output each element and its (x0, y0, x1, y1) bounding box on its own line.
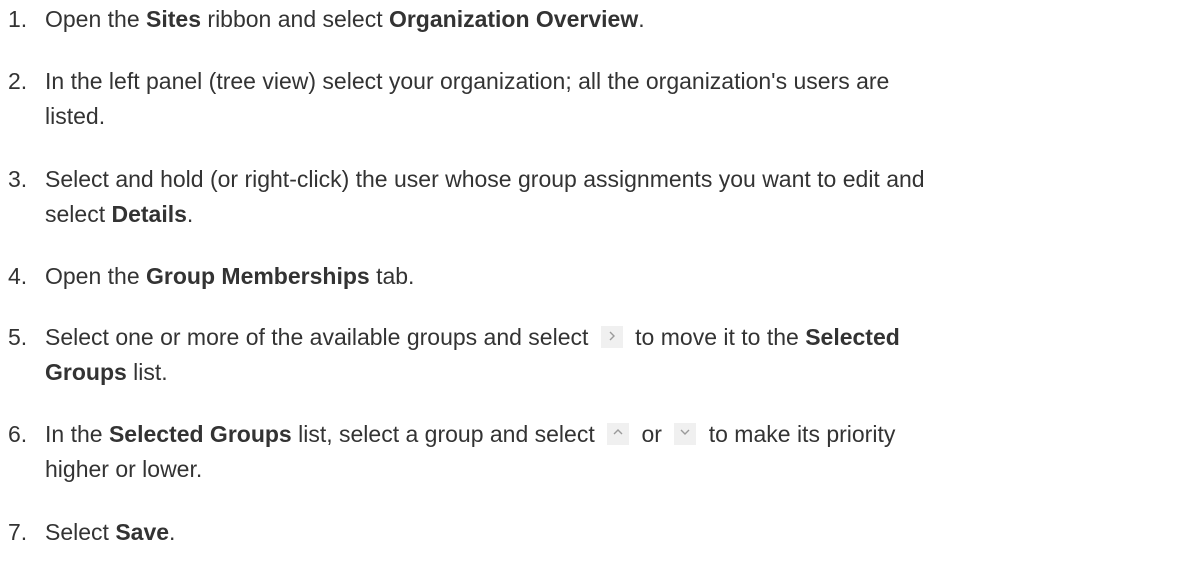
text-run: to make its priority (702, 421, 896, 447)
text-run: to move it to the (628, 324, 806, 350)
step-text: In the left panel (tree view) select you… (45, 64, 1170, 134)
ui-term-organization-overview: Organization Overview (388, 6, 639, 32)
text-run: Select (45, 519, 116, 545)
text-run: In the (45, 421, 109, 447)
step-number: 4. (8, 263, 28, 289)
text-run: Open the (45, 6, 147, 32)
text-line: higher or lower. (45, 456, 203, 482)
ui-term-group-memberships: Group Memberships (146, 263, 370, 289)
step-number: 6. (8, 421, 28, 447)
text-run: . (186, 201, 194, 227)
step-number: 5. (8, 324, 28, 350)
step-text: Select Save. (45, 515, 1170, 550)
text-run: . (169, 519, 176, 545)
text-run: list. (126, 359, 168, 385)
text-line: Groups list. (45, 355, 1170, 390)
text-run: list, select a group and select (291, 421, 602, 447)
text-run: or (635, 421, 669, 447)
text-run: ribbon and select (201, 6, 389, 32)
chevron-right-icon (600, 325, 623, 348)
text-line: Select one or more of the available grou… (45, 320, 1170, 355)
ui-term-selected-groups: Selected Groups (108, 421, 292, 447)
ui-term-save: Save (115, 519, 170, 545)
step-text: Open the Group Memberships tab. (45, 259, 1170, 294)
chevron-up-icon (607, 422, 630, 445)
text-run: tab. (369, 263, 415, 289)
text-run: Open the (45, 263, 147, 289)
text-line: In the left panel (tree view) select you… (45, 68, 890, 94)
step-text: In the Selected Groups list, select a gr… (45, 417, 1170, 487)
text-run: Select one or more of the available grou… (45, 324, 595, 350)
step-number: 3. (8, 166, 28, 192)
step-text: Select one or more of the available grou… (45, 320, 1170, 390)
text-line: In the Selected Groups list, select a gr… (45, 417, 1170, 452)
ui-term-details: Details (111, 201, 187, 227)
chevron-down-icon (674, 422, 697, 445)
ui-term-groups: Groups (45, 359, 127, 385)
step-number: 1. (8, 6, 28, 32)
ui-term-selected: Selected (805, 324, 900, 350)
text-line: Select and hold (or right-click) the use… (45, 166, 925, 192)
ui-term-sites: Sites (146, 6, 202, 32)
text-line: listed. (45, 103, 106, 129)
step-number: 7. (8, 519, 28, 545)
step-text: Select and hold (or right-click) the use… (45, 162, 1170, 232)
text-line: select Details. (45, 197, 1170, 232)
text-run: . (638, 6, 645, 32)
step-number: 2. (8, 68, 28, 94)
text-run: select (45, 201, 112, 227)
step-text: Open the Sites ribbon and select Organiz… (45, 2, 1170, 37)
